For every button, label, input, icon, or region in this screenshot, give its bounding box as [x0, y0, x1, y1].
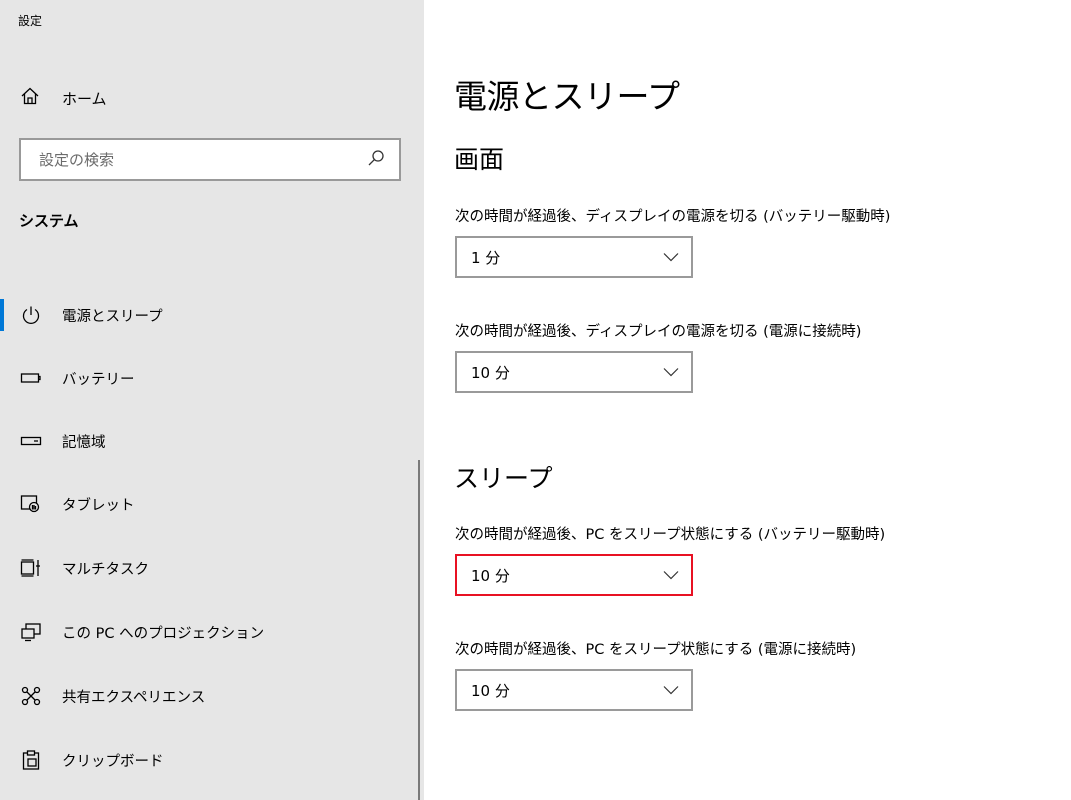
sidebar-item-shared-experiences[interactable]: 共有エクスペリエンス — [0, 676, 424, 716]
dropdown-value: 10 分 — [471, 363, 510, 382]
chevron-down-icon — [663, 248, 679, 266]
sidebar-item-clipboard[interactable]: クリップボード — [0, 740, 424, 780]
sidebar-item-label: 電源とスリープ — [62, 309, 163, 325]
sidebar-item-label: クリップボード — [62, 754, 164, 770]
sidebar-item-power-sleep[interactable]: 電源とスリープ — [0, 295, 424, 335]
dropdown-value: 10 分 — [471, 681, 510, 700]
page-title: 電源とスリープ — [454, 77, 680, 116]
home-icon — [20, 86, 40, 110]
dropdown-value: 10 分 — [471, 566, 510, 585]
sleep-plugged-label: 次の時間が経過後、PC をスリープ状態にする (電源に接続時) — [455, 642, 857, 658]
sidebar-item-projection[interactable]: この PC へのプロジェクション — [0, 612, 424, 652]
sidebar-item-label: バッテリー — [62, 372, 135, 388]
sleep-battery-label: 次の時間が経過後、PC をスリープ状態にする (バッテリー駆動時) — [455, 527, 886, 543]
section-heading: システム — [19, 212, 79, 230]
sidebar-item-storage[interactable]: 記憶域 — [0, 421, 424, 461]
clipboard-icon — [20, 749, 42, 771]
chevron-down-icon — [663, 363, 679, 381]
search-input[interactable] — [37, 149, 367, 170]
chevron-down-icon — [663, 681, 679, 699]
battery-icon — [20, 367, 42, 389]
search-box[interactable] — [19, 138, 401, 181]
screen-plugged-dropdown[interactable]: 10 分 — [455, 351, 693, 393]
tablet-icon — [20, 493, 42, 515]
projection-icon — [20, 621, 42, 643]
sidebar-item-label: マルチタスク — [62, 562, 149, 578]
sidebar-item-multitask[interactable]: マルチタスク — [0, 548, 424, 588]
sidebar-item-label: タブレット — [62, 498, 135, 514]
search-icon[interactable] — [367, 149, 385, 171]
sidebar: 設定 ホーム システム 電源とスリープ — [0, 0, 424, 800]
sidebar-item-battery[interactable]: バッテリー — [0, 358, 424, 398]
main-content: 電源とスリープ 画面 次の時間が経過後、ディスプレイの電源を切る (バッテリー駆… — [424, 0, 1071, 800]
chevron-down-icon — [663, 566, 679, 584]
sidebar-item-label: 共有エクスペリエンス — [62, 690, 206, 706]
app-title: 設定 — [18, 14, 43, 28]
sidebar-item-label: 記憶域 — [62, 435, 106, 451]
screen-battery-dropdown[interactable]: 1 分 — [455, 236, 693, 278]
sidebar-item-tablet[interactable]: タブレット — [0, 484, 424, 524]
sleep-battery-dropdown[interactable]: 10 分 — [455, 554, 693, 596]
screen-battery-label: 次の時間が経過後、ディスプレイの電源を切る (バッテリー駆動時) — [455, 209, 891, 225]
power-icon — [20, 304, 42, 326]
screen-plugged-label: 次の時間が経過後、ディスプレイの電源を切る (電源に接続時) — [455, 324, 862, 340]
home-label: ホーム — [62, 89, 107, 108]
sidebar-scrollbar[interactable] — [418, 460, 420, 800]
shared-experiences-icon — [20, 685, 42, 707]
dropdown-value: 1 分 — [471, 248, 501, 267]
sleep-heading: スリープ — [454, 464, 553, 493]
home-link[interactable]: ホーム — [20, 84, 107, 112]
sidebar-item-label: この PC へのプロジェクション — [62, 626, 265, 642]
storage-icon — [20, 430, 42, 452]
multitask-icon — [20, 557, 42, 579]
sleep-plugged-dropdown[interactable]: 10 分 — [455, 669, 693, 711]
screen-heading: 画面 — [454, 145, 505, 174]
active-indicator — [0, 299, 4, 331]
